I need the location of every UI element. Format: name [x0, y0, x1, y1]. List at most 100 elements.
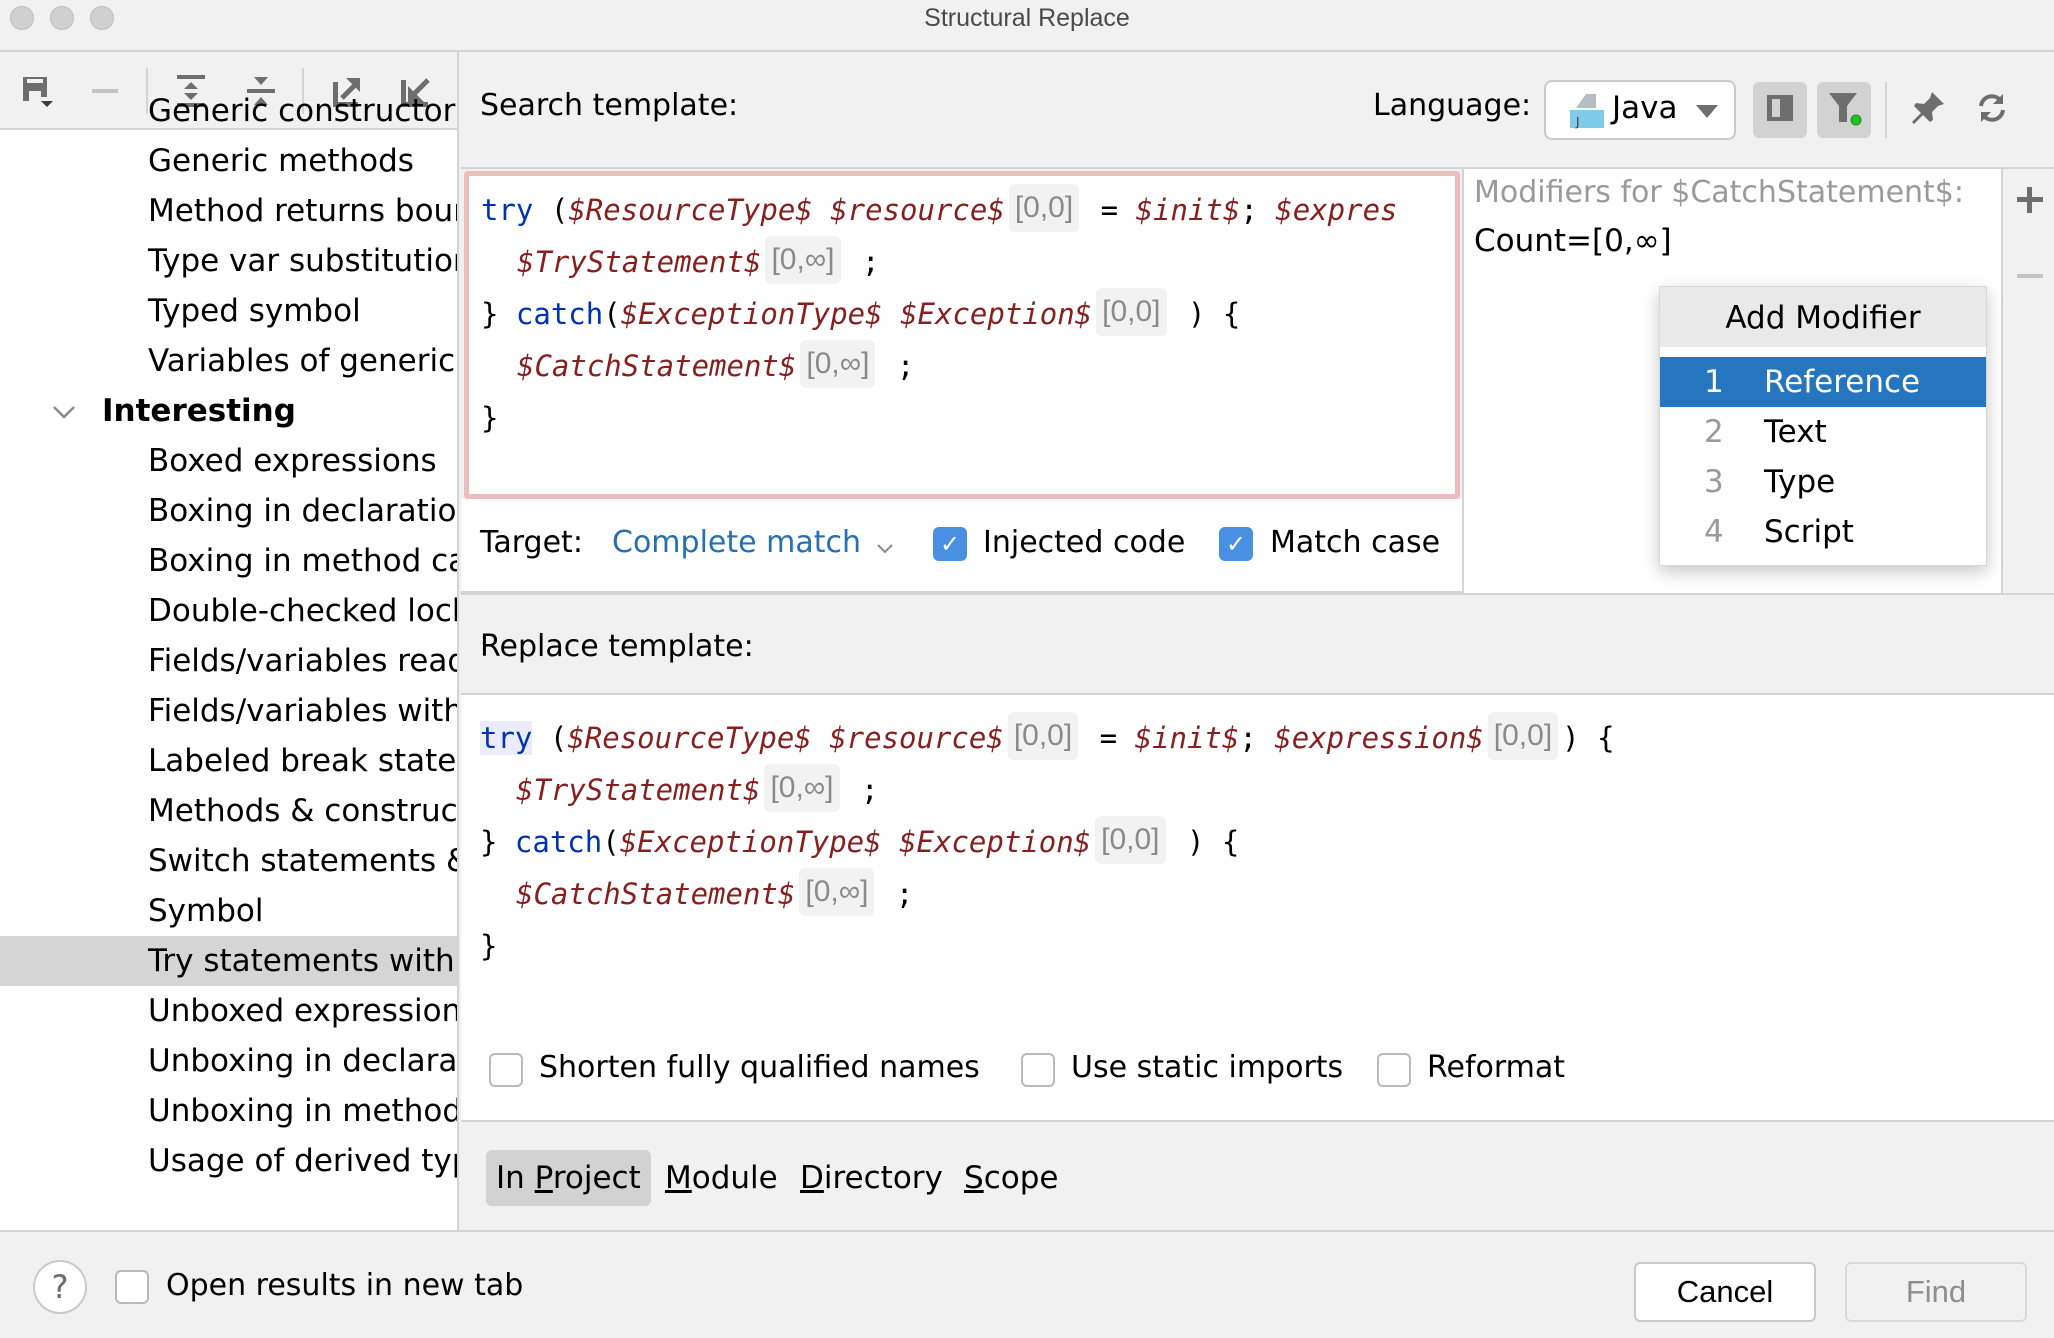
find-button[interactable]: Find	[1845, 1262, 2027, 1322]
pin-button[interactable]	[1901, 82, 1955, 138]
tree-item[interactable]: Generic methods	[0, 136, 457, 186]
tree-item[interactable]: Fields/variables read	[0, 636, 457, 686]
language-value: Java	[1612, 90, 1678, 126]
language-select[interactable]: J Java	[1544, 80, 1736, 140]
scope-mnemonic: P	[534, 1160, 553, 1196]
replace-option-checkbox[interactable]	[1021, 1053, 1055, 1087]
tree-item-label: Fields/variables with	[148, 693, 459, 729]
tree-item[interactable]: Boxing in declarations	[0, 486, 459, 536]
tree-item[interactable]: Usage of derived types	[0, 1136, 457, 1186]
popup-item-reference[interactable]: 1 Reference	[1660, 357, 1986, 407]
replace-option-checkbox[interactable]	[1377, 1053, 1411, 1087]
template-variable[interactable]: $CatchStatement$	[517, 349, 796, 383]
scope-option[interactable]: Directory	[790, 1150, 953, 1206]
tree-item[interactable]: Unboxing in method calls	[0, 1086, 457, 1136]
java-file-icon: J	[1568, 94, 1604, 134]
tree-item-label: Type var substitutions	[148, 243, 459, 279]
tree-item-label: Usage of derived types	[148, 1143, 457, 1179]
count-badge: [0,0]	[1007, 712, 1079, 760]
tree-item-label: Boxing in declarations	[148, 493, 459, 529]
tree-item[interactable]: Type var substitutions	[0, 236, 459, 286]
help-button[interactable]: ?	[33, 1260, 87, 1314]
tree-item[interactable]: Method returns bounded wildcard	[0, 186, 457, 236]
template-sidebar: Generic constructors Generic methods Metho…	[0, 52, 459, 1230]
template-variable[interactable]: $ExceptionType$	[620, 825, 882, 859]
refresh-button[interactable]	[1965, 82, 2019, 138]
popup-item-number: 3	[1704, 464, 1724, 500]
replace-option-checkbox[interactable]	[489, 1053, 523, 1087]
tree-item[interactable]: Boxed expressions	[0, 436, 457, 486]
replace-template-editor[interactable]: try ($ResourceType$ $resource$ [0,0] = $i…	[461, 695, 2054, 1120]
template-variable[interactable]: $ResourceType$	[567, 721, 811, 755]
add-modifier-button[interactable]	[2017, 187, 2043, 217]
tree-item[interactable]: Generic constructors	[0, 86, 457, 136]
tree-item-label: Variables of generic types	[148, 343, 457, 379]
tree-item-label: Try statements with	[148, 943, 455, 979]
scope-option[interactable]: In Project	[486, 1150, 651, 1206]
template-variable[interactable]: $ExceptionType$	[621, 297, 883, 331]
plus-icon	[2017, 187, 2043, 213]
popup-item-type[interactable]: 3 Type	[1660, 457, 1986, 507]
tree-item[interactable]: Typed symbol	[0, 286, 457, 336]
replace-option-label: Use static imports	[1071, 1050, 1344, 1085]
replace-option-label: Reformat	[1427, 1050, 1566, 1085]
filter-button[interactable]	[1817, 82, 1871, 138]
punctuation: ) {	[1170, 297, 1241, 331]
template-variable[interactable]: $Exception$	[882, 825, 1091, 859]
open-in-new-tab-checkbox[interactable]	[115, 1270, 149, 1304]
target-dropdown[interactable]: Complete match	[612, 525, 861, 560]
template-variable[interactable]: $expres	[1275, 193, 1397, 227]
template-variable[interactable]: $ResourceType$	[568, 193, 812, 227]
filter-icon	[1826, 90, 1862, 130]
keyword: catch	[514, 825, 603, 859]
cancel-button[interactable]: Cancel	[1634, 1262, 1816, 1322]
punctuation: }	[480, 825, 515, 859]
tree-item[interactable]: Variables of generic types	[0, 336, 457, 386]
toggle-panel-button[interactable]	[1753, 82, 1807, 138]
template-variable[interactable]: $TryStatement$	[517, 245, 761, 279]
template-variable[interactable]: $init$	[1135, 721, 1240, 755]
search-template-editor[interactable]: try ($ResourceType$ $resource$ [0,0] = $i…	[464, 171, 1460, 499]
count-badge: [0,0]	[1095, 816, 1166, 864]
punctuation: ) {	[1562, 721, 1615, 755]
punctuation: }	[481, 297, 516, 331]
tree-item[interactable]: Methods & constructors	[0, 786, 457, 836]
tree-item[interactable]: Switch statements &	[0, 836, 457, 886]
template-variable[interactable]: $CatchStatement$	[516, 877, 795, 911]
tree-item-label: Labeled break statements	[148, 743, 457, 779]
tree-item[interactable]: Try statements with	[0, 936, 457, 986]
match-case-checkbox[interactable]: ✓	[1219, 527, 1253, 561]
toolbar-separator	[1885, 82, 1887, 138]
scope-option[interactable]: Module	[655, 1150, 788, 1206]
scope-option[interactable]: Scope	[954, 1150, 1068, 1206]
popup-item-script[interactable]: 4 Script	[1660, 507, 1986, 557]
remove-modifier-button[interactable]	[2017, 265, 2043, 284]
tree-group[interactable]: Interesting	[0, 386, 457, 436]
count-badge: [0,∞]	[800, 340, 876, 388]
tree-item[interactable]: Double-checked locking	[0, 586, 457, 636]
dialog-footer: ? Open results in new tab Cancel Find	[0, 1230, 2054, 1338]
template-variable[interactable]: $expression$	[1274, 721, 1484, 755]
code-line: $CatchStatement$ [0,∞] ;	[517, 340, 914, 392]
punctuation: ;	[878, 877, 914, 911]
template-variable[interactable]: $resource$	[813, 193, 1005, 227]
count-badge: [0,0]	[1487, 712, 1559, 760]
tree-item[interactable]: Fields/variables with	[0, 686, 459, 736]
tree-item[interactable]: Symbol	[0, 886, 457, 936]
modifier-count[interactable]: Count=[0,∞]	[1474, 223, 1672, 259]
template-variable[interactable]: $init$	[1136, 193, 1241, 227]
chevron-down-icon[interactable]	[52, 386, 76, 436]
scope-mnemonic: S	[964, 1160, 984, 1196]
tree-item[interactable]: Boxing in method calls	[0, 536, 457, 586]
tree-item[interactable]: Unboxing in declarations	[0, 1036, 457, 1086]
punctuation: ) {	[1169, 825, 1240, 859]
injected-code-checkbox[interactable]: ✓	[933, 527, 967, 561]
popup-item-text[interactable]: 2 Text	[1660, 407, 1986, 457]
template-variable[interactable]: $Exception$	[883, 297, 1092, 331]
tree-item[interactable]: Labeled break statements	[0, 736, 457, 786]
tree-item[interactable]: Unboxed expressions	[0, 986, 457, 1036]
template-variable[interactable]: $resource$	[812, 721, 1004, 755]
template-variable[interactable]: $TryStatement$	[516, 773, 760, 807]
code-line: } catch($ExceptionType$ $Exception$ [0,0]…	[481, 288, 1240, 340]
target-label: Target:	[480, 525, 583, 560]
